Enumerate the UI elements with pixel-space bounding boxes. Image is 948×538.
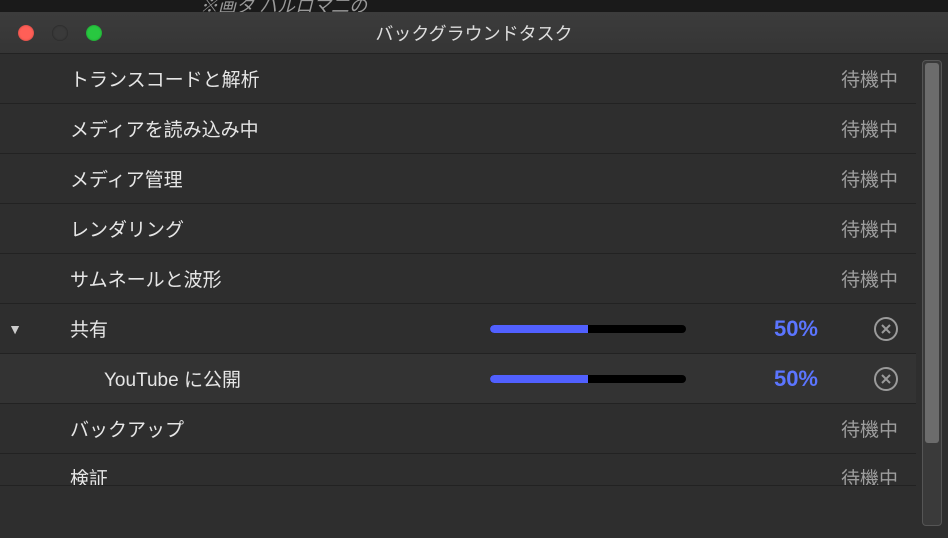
progress-fill bbox=[490, 325, 588, 333]
traffic-lights bbox=[18, 25, 102, 41]
minimize-window-button[interactable] bbox=[52, 25, 68, 41]
progress-bar bbox=[490, 375, 686, 383]
task-row-share: ▼ 共有 50% bbox=[0, 304, 916, 354]
progress-bar bbox=[490, 325, 686, 333]
task-status: 待機中 bbox=[818, 415, 898, 442]
cancel-task-button[interactable] bbox=[874, 367, 898, 391]
progress-percent: 50% bbox=[744, 366, 818, 392]
task-status: 待機中 bbox=[818, 65, 898, 92]
task-status: 待機中 bbox=[818, 215, 898, 242]
window-title: バックグラウンドタスク bbox=[0, 20, 948, 46]
task-row: トランスコードと解析 待機中 bbox=[0, 54, 916, 104]
titlebar: バックグラウンドタスク bbox=[0, 12, 948, 54]
task-row: サムネールと波形 待機中 bbox=[0, 254, 916, 304]
task-status: 待機中 bbox=[818, 464, 898, 486]
task-label: 共有 bbox=[64, 315, 324, 342]
task-label: YouTube に公開 bbox=[98, 365, 358, 392]
background-tasks-window: ※画タ ハルロマ二の バックグラウンドタスク トランスコードと解析 待機中 メデ… bbox=[0, 0, 948, 538]
task-label: メディア管理 bbox=[64, 165, 324, 192]
task-label: トランスコードと解析 bbox=[64, 65, 324, 92]
cancel-task-button[interactable] bbox=[874, 317, 898, 341]
task-row-share-child: YouTube に公開 50% bbox=[0, 354, 916, 404]
disclosure-triangle-icon[interactable]: ▼ bbox=[8, 321, 22, 337]
task-status: 待機中 bbox=[818, 165, 898, 192]
progress-percent: 50% bbox=[744, 316, 818, 342]
task-label: バックアップ bbox=[64, 415, 324, 442]
progress-cell: 50% bbox=[490, 316, 818, 342]
obscured-text: ※画タ ハルロマ二の bbox=[200, 0, 367, 12]
scrollbar-thumb[interactable] bbox=[925, 63, 939, 443]
task-label: レンダリング bbox=[64, 215, 324, 242]
task-row: メディア管理 待機中 bbox=[0, 154, 916, 204]
task-row: メディアを読み込み中 待機中 bbox=[0, 104, 916, 154]
task-label: 検証 bbox=[64, 464, 324, 486]
task-row: レンダリング 待機中 bbox=[0, 204, 916, 254]
vertical-scrollbar[interactable] bbox=[922, 60, 942, 526]
task-status: 待機中 bbox=[818, 115, 898, 142]
task-label: サムネールと波形 bbox=[64, 265, 324, 292]
task-label: メディアを読み込み中 bbox=[64, 115, 324, 142]
progress-cell: 50% bbox=[490, 366, 818, 392]
progress-fill bbox=[490, 375, 588, 383]
obscured-menubar-fragment: ※画タ ハルロマ二の bbox=[0, 0, 948, 12]
zoom-window-button[interactable] bbox=[86, 25, 102, 41]
task-status: 待機中 bbox=[818, 265, 898, 292]
task-row: バックアップ 待機中 bbox=[0, 404, 916, 454]
tasks-scroll-pane[interactable]: トランスコードと解析 待機中 メディアを読み込み中 待機中 メディア管理 待機中 bbox=[0, 54, 916, 538]
task-row: 検証 待機中 bbox=[0, 454, 916, 486]
tasks-body: トランスコードと解析 待機中 メディアを読み込み中 待機中 メディア管理 待機中 bbox=[0, 54, 948, 538]
close-window-button[interactable] bbox=[18, 25, 34, 41]
